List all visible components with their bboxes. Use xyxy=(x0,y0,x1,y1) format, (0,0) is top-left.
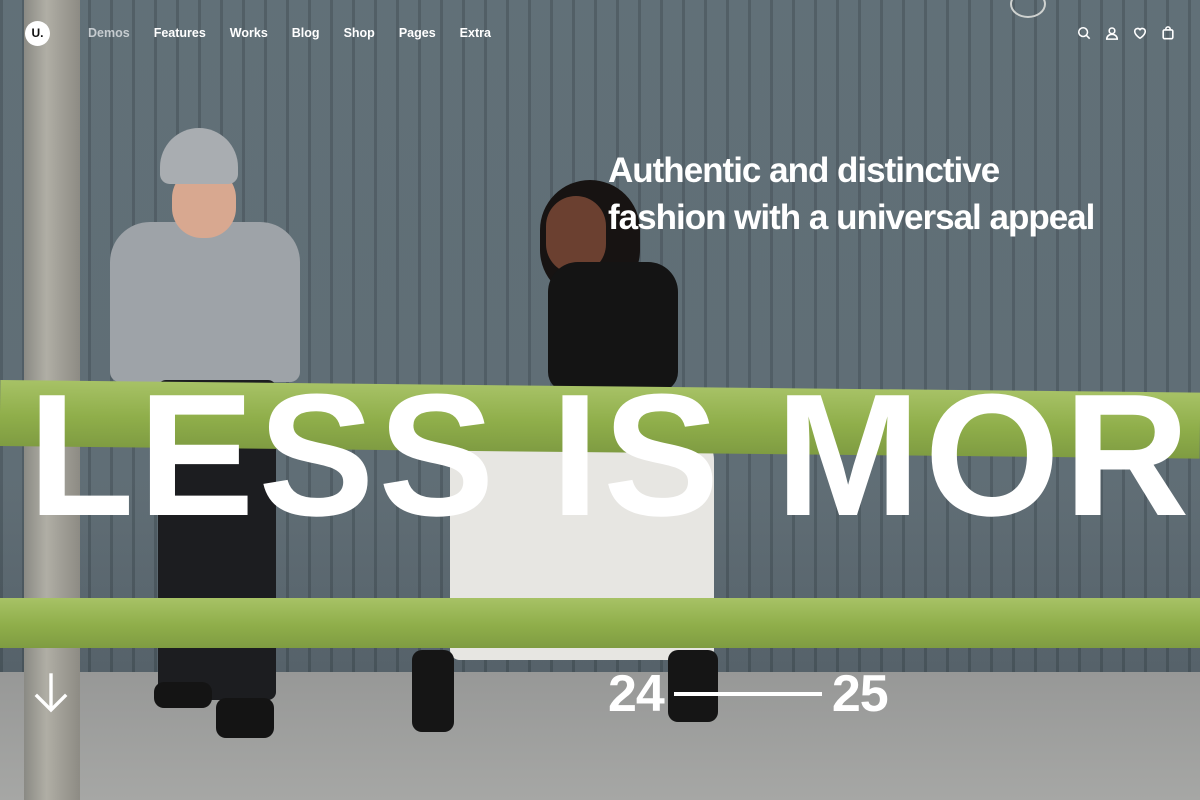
search-icon[interactable] xyxy=(1077,26,1091,40)
bag-icon[interactable] xyxy=(1161,26,1175,40)
nav-actions xyxy=(1077,26,1175,40)
tagline-line-1: Authentic and distinctive xyxy=(608,151,1000,190)
year-start: 24 xyxy=(608,665,665,723)
year-end: 25 xyxy=(831,665,889,723)
nav-item-works[interactable]: Works xyxy=(230,26,268,40)
woman-shoe xyxy=(412,650,454,732)
man-shoe xyxy=(216,698,274,738)
nav-item-shop[interactable]: Shop xyxy=(344,26,375,40)
heart-icon[interactable] xyxy=(1133,26,1147,40)
tagline-line-2: fashion with a universal appeal xyxy=(608,198,1095,237)
season-years: 24 25 xyxy=(608,665,889,723)
year-divider xyxy=(673,692,822,696)
hero-section: U. Demos Features Works Blog Shop Pages … xyxy=(0,0,1200,800)
fence-rail-bottom xyxy=(0,598,1200,648)
top-nav: U. Demos Features Works Blog Shop Pages … xyxy=(0,0,1200,66)
main-menu: Demos Features Works Blog Shop Pages Ext… xyxy=(88,26,491,40)
hero-tagline: Authentic and distinctive fashion with a… xyxy=(608,147,1168,241)
logo[interactable]: U. xyxy=(25,20,50,46)
user-icon[interactable] xyxy=(1105,26,1119,40)
nav-item-blog[interactable]: Blog xyxy=(292,26,320,40)
hero-headline: LESS IS MORE xyxy=(28,357,1200,552)
nav-item-features[interactable]: Features xyxy=(154,26,206,40)
man-shoe xyxy=(154,682,212,708)
arrow-down-icon[interactable] xyxy=(33,672,69,714)
nav-item-pages[interactable]: Pages xyxy=(399,26,436,40)
nav-item-extra[interactable]: Extra xyxy=(460,26,491,40)
nav-item-demos[interactable]: Demos xyxy=(88,26,130,40)
